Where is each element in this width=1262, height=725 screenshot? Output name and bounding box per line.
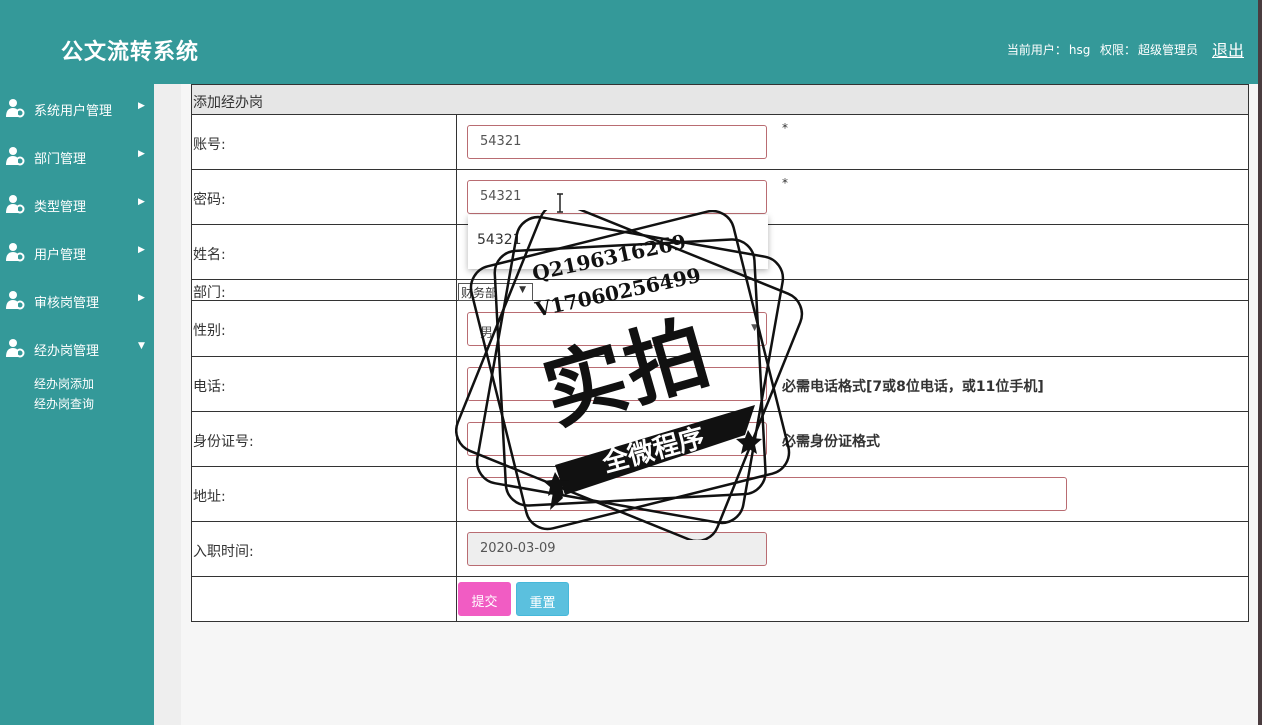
chevron-right-icon: ▶ bbox=[138, 101, 145, 111]
address-input[interactable] bbox=[467, 477, 1067, 511]
user-gear-icon bbox=[6, 339, 25, 358]
permission-label: 权限： bbox=[1099, 43, 1136, 57]
sidebar-item-label: 系统用户管理 bbox=[34, 104, 113, 119]
text-cursor-icon bbox=[557, 193, 563, 213]
name-label: 姓名: bbox=[193, 247, 226, 263]
chevron-down-icon: ▼ bbox=[519, 285, 526, 295]
top-header: 公文流转系统 当前用户： hsg 权限： 超级管理员 退出 bbox=[0, 0, 1258, 84]
password-label: 密码: bbox=[193, 192, 226, 208]
sidebar-item-users[interactable]: 用户管理 ▶ bbox=[0, 237, 154, 267]
app-title: 公文流转系统 bbox=[61, 39, 200, 65]
hire-date-label: 入职时间: bbox=[193, 544, 254, 560]
gender-label: 性别: bbox=[193, 323, 226, 339]
chevron-right-icon: ▶ bbox=[138, 149, 145, 159]
sidebar-item-types[interactable]: 类型管理 ▶ bbox=[0, 189, 154, 219]
sidebar-item-handlers[interactable]: 经办岗管理 ▼ bbox=[0, 333, 154, 363]
phone-label: 电话: bbox=[193, 379, 226, 395]
account-input[interactable]: 54321 bbox=[467, 125, 767, 159]
chevron-down-icon: ▼ bbox=[751, 323, 758, 333]
department-label: 部门: bbox=[193, 285, 226, 301]
sidebar-subitem-add-handler[interactable]: 经办岗添加 bbox=[34, 375, 94, 392]
user-gear-icon bbox=[6, 147, 25, 166]
submit-button[interactable]: 提交 bbox=[458, 582, 511, 616]
add-handler-form: 添加经办岗 账号: 密码: 姓名: 部门: 性别: 电话: 身份证号: 地址: … bbox=[191, 84, 1249, 622]
user-gear-icon bbox=[6, 99, 25, 118]
form-row-department: 部门: bbox=[192, 280, 1248, 301]
sidebar-item-departments[interactable]: 部门管理 ▶ bbox=[0, 141, 154, 171]
hire-date-input[interactable]: 2020-03-09 bbox=[467, 532, 767, 566]
sidebar-item-system-users[interactable]: 系统用户管理 ▶ bbox=[0, 93, 154, 123]
department-select[interactable]: 财务部 ▼ bbox=[458, 283, 533, 301]
sidebar-item-label: 类型管理 bbox=[34, 200, 87, 215]
logout-link[interactable]: 退出 bbox=[1212, 37, 1244, 61]
sidebar-item-label: 部门管理 bbox=[34, 152, 87, 167]
id-format-hint: 必需身份证格式 bbox=[782, 434, 880, 450]
required-mark: * bbox=[782, 121, 788, 135]
permission: 超级管理员 bbox=[1137, 43, 1198, 57]
user-gear-icon bbox=[6, 291, 25, 310]
sidebar-item-label: 经办岗管理 bbox=[34, 344, 100, 359]
content-gutter bbox=[154, 84, 181, 725]
sidebar-item-label: 审核岗管理 bbox=[34, 296, 100, 311]
sidebar: 系统用户管理 ▶ 部门管理 ▶ 类型管理 ▶ 用户管理 ▶ 审核岗管理 ▶ 经办… bbox=[0, 84, 154, 725]
current-user-label: 当前用户： bbox=[1006, 43, 1067, 57]
sidebar-item-reviewers[interactable]: 审核岗管理 ▶ bbox=[0, 285, 154, 315]
gender-select-value: 男 bbox=[480, 326, 494, 341]
chevron-right-icon: ▶ bbox=[138, 197, 145, 207]
department-select-value: 财务部 bbox=[461, 286, 498, 300]
user-gear-icon bbox=[6, 195, 25, 214]
form-title: 添加经办岗 bbox=[192, 85, 1248, 115]
user-info: 当前用户： hsg 权限： 超级管理员 bbox=[1007, 41, 1200, 58]
chevron-down-icon: ▼ bbox=[138, 341, 145, 351]
phone-format-hint: 必需电话格式[7或8位电话，或11位手机] bbox=[782, 379, 1044, 395]
required-mark: * bbox=[782, 176, 788, 190]
id-number-label: 身份证号: bbox=[193, 434, 254, 450]
address-label: 地址: bbox=[193, 489, 226, 505]
sidebar-item-label: 用户管理 bbox=[34, 248, 87, 263]
password-input[interactable]: 54321 bbox=[467, 180, 767, 214]
user-gear-icon bbox=[6, 243, 25, 262]
reset-button[interactable]: 重置 bbox=[516, 582, 569, 616]
chevron-right-icon: ▶ bbox=[138, 245, 145, 255]
account-label: 账号: bbox=[193, 137, 226, 153]
chevron-right-icon: ▶ bbox=[138, 293, 145, 303]
sidebar-subitem-query-handler[interactable]: 经办岗查询 bbox=[34, 395, 94, 412]
current-user: hsg bbox=[1068, 43, 1091, 57]
window-edge bbox=[1258, 0, 1262, 725]
